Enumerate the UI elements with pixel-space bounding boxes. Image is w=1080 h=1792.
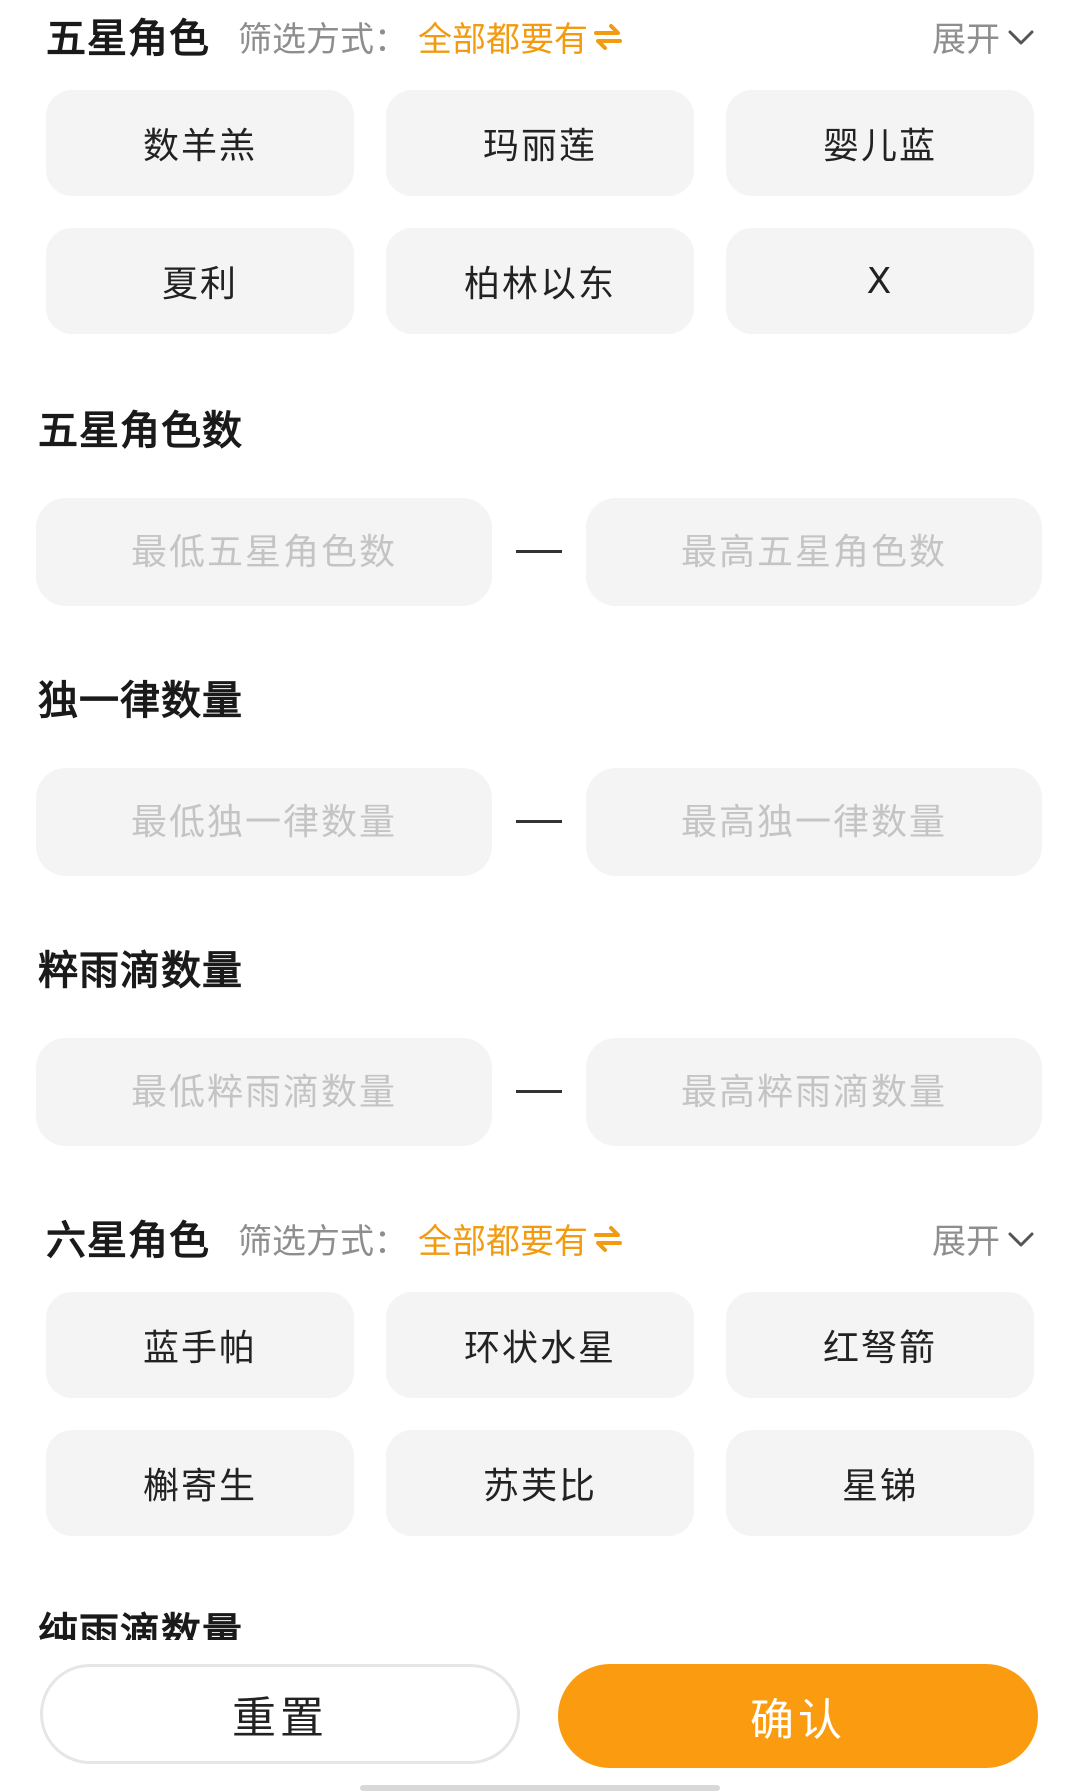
range-separator: [516, 820, 562, 823]
expand-label: 展开: [932, 1222, 1000, 1262]
pure-rain-count-max-input[interactable]: [586, 1038, 1042, 1146]
six-star-header: 六星角色 筛选方式： 全部都要有 展开: [46, 1202, 1036, 1266]
six-star-expand-button[interactable]: 展开: [932, 1214, 1036, 1263]
filter-mode-label: 筛选方式：: [238, 20, 408, 60]
six-star-tag[interactable]: 红弩箭: [726, 1292, 1034, 1398]
unique-count-min-input[interactable]: [36, 768, 492, 876]
filter-panel: 五星角色 筛选方式： 全部都要有 展开 数羊羔 玛丽莲 婴儿蓝 夏利 柏林以东 …: [0, 0, 1080, 1640]
five-star-header: 五星角色 筛选方式： 全部都要有 展开: [46, 0, 1036, 64]
five-star-expand-button[interactable]: 展开: [932, 12, 1036, 61]
six-star-tag[interactable]: 环状水星: [386, 1292, 694, 1398]
five-star-tag[interactable]: 玛丽莲: [386, 90, 694, 196]
five-star-tag[interactable]: 数羊羔: [46, 90, 354, 196]
pure-raindrop-count-title: 纯雨滴数量: [38, 1610, 243, 1640]
five-star-tag[interactable]: 夏利: [46, 228, 354, 334]
confirm-button[interactable]: 确认: [558, 1664, 1038, 1768]
pure-rain-count-min-input[interactable]: [36, 1038, 492, 1146]
filter-mode-toggle[interactable]: 全部都要有: [418, 1214, 624, 1263]
six-star-tag[interactable]: 槲寄生: [46, 1430, 354, 1536]
reset-button[interactable]: 重置: [40, 1664, 520, 1764]
five-star-count-max-input[interactable]: [586, 498, 1042, 606]
action-bar: 重置 确认: [0, 1640, 1080, 1792]
six-star-title: 六星角色: [46, 1218, 210, 1264]
chevron-down-icon: [1008, 1232, 1034, 1246]
expand-label: 展开: [932, 20, 1000, 60]
six-star-tag[interactable]: 星锑: [726, 1430, 1034, 1536]
five-star-count-title: 五星角色数: [38, 408, 243, 454]
five-star-count-min-input[interactable]: [36, 498, 492, 606]
swap-icon: [594, 23, 622, 50]
home-indicator: [360, 1785, 720, 1791]
filter-mode-value: 全部都要有: [418, 1222, 588, 1262]
five-star-title: 五星角色: [46, 16, 210, 62]
chevron-down-icon: [1008, 30, 1034, 44]
range-separator: [516, 1090, 562, 1093]
filter-mode-value: 全部都要有: [418, 20, 588, 60]
six-star-tag[interactable]: 苏芙比: [386, 1430, 694, 1536]
filter-mode-toggle[interactable]: 全部都要有: [418, 12, 624, 61]
filter-mode-label: 筛选方式：: [238, 1222, 408, 1262]
five-star-tag[interactable]: X: [726, 228, 1034, 334]
five-star-tag[interactable]: 柏林以东: [386, 228, 694, 334]
unique-count-max-input[interactable]: [586, 768, 1042, 876]
pure-rain-count-title: 粹雨滴数量: [38, 948, 243, 994]
range-separator: [516, 550, 562, 553]
unique-count-title: 独一律数量: [38, 678, 243, 724]
swap-icon: [594, 1225, 622, 1252]
five-star-tag[interactable]: 婴儿蓝: [726, 90, 1034, 196]
six-star-tag[interactable]: 蓝手帕: [46, 1292, 354, 1398]
